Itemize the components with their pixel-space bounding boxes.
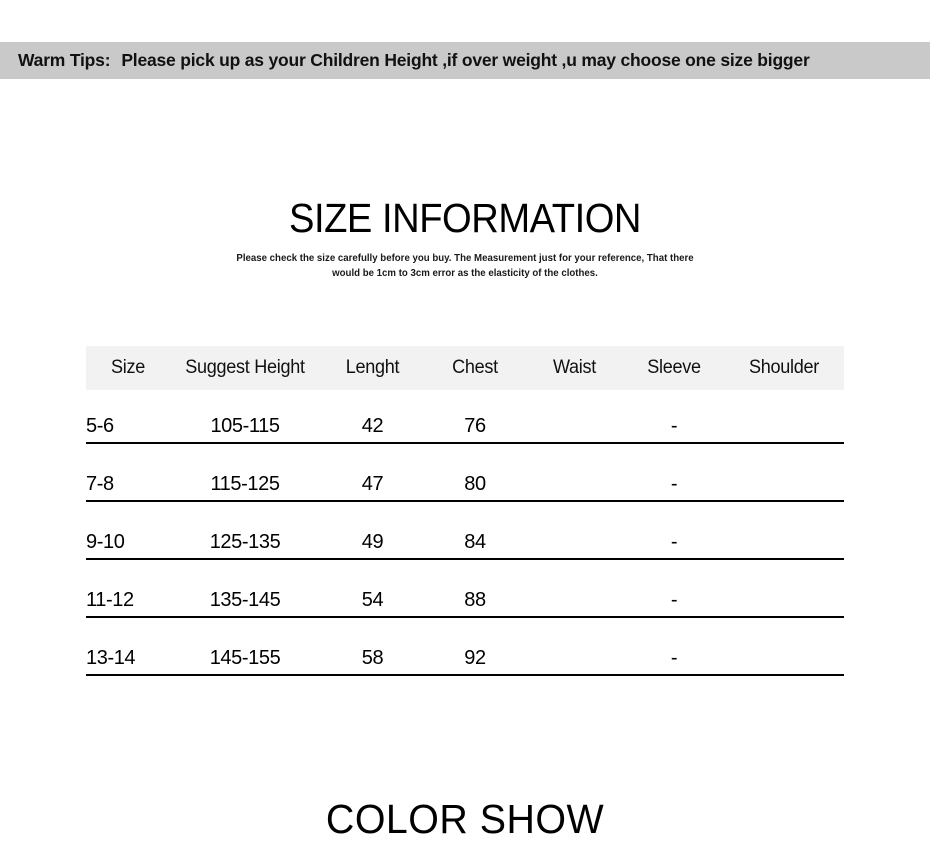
warm-tips-banner: Warm Tips: Please pick up as your Childr…	[0, 42, 930, 79]
size-chart-container: Size Suggest Height Lenght Chest Waist S…	[86, 346, 844, 676]
cell-size: 13-14	[86, 617, 170, 676]
cell-sleeve: -	[624, 559, 724, 618]
column-header-shoulder: Shoulder	[749, 357, 819, 378]
column-header-sleeve: Sleeve	[647, 357, 701, 378]
size-information-title: SIZE INFORMATION	[289, 195, 641, 241]
column-header-waist: Waist	[552, 357, 597, 378]
cell-suggest-height: 135-145	[170, 559, 320, 618]
cell-chest: 80	[425, 443, 525, 502]
color-show-title: COLOR SHOW	[325, 796, 605, 842]
column-header-size: Size	[111, 357, 145, 378]
warm-tips-label: Warm Tips:	[18, 50, 111, 70]
cell-waist	[525, 617, 624, 676]
cell-size: 11-12	[86, 559, 170, 618]
cell-waist	[525, 443, 624, 502]
cell-shoulder	[724, 390, 844, 444]
column-header-chest: Chest	[452, 357, 498, 378]
table-row: 13-14 145-155 58 92 -	[86, 617, 844, 676]
cell-waist	[525, 390, 624, 444]
cell-waist	[525, 559, 624, 618]
cell-shoulder	[724, 559, 844, 618]
cell-waist	[525, 501, 624, 560]
table-row: 9-10 125-135 49 84 -	[86, 501, 844, 560]
cell-lenght: 42	[320, 390, 425, 444]
cell-chest: 76	[425, 390, 525, 444]
cell-sleeve: -	[624, 443, 724, 502]
size-chart-table: Size Suggest Height Lenght Chest Waist S…	[86, 346, 844, 676]
cell-lenght: 54	[320, 559, 425, 618]
cell-suggest-height: 145-155	[170, 617, 320, 676]
cell-size: 7-8	[86, 443, 170, 502]
cell-size: 9-10	[86, 501, 170, 560]
cell-sleeve: -	[624, 390, 724, 444]
cell-chest: 88	[425, 559, 525, 618]
table-row: 11-12 135-145 54 88 -	[86, 559, 844, 618]
table-header-row: Size Suggest Height Lenght Chest Waist S…	[86, 346, 844, 390]
cell-shoulder	[724, 501, 844, 560]
cell-suggest-height: 115-125	[170, 443, 320, 502]
column-header-lenght: Lenght	[345, 357, 400, 378]
cell-chest: 92	[425, 617, 525, 676]
cell-lenght: 49	[320, 501, 425, 560]
size-information-subtitle: Please check the size carefully before y…	[236, 252, 694, 279]
column-header-suggest-height: Suggest Height	[185, 357, 305, 378]
cell-shoulder	[724, 443, 844, 502]
cell-lenght: 58	[320, 617, 425, 676]
cell-lenght: 47	[320, 443, 425, 502]
table-row: 7-8 115-125 47 80 -	[86, 443, 844, 502]
cell-suggest-height: 105-115	[170, 390, 320, 444]
cell-shoulder	[724, 617, 844, 676]
table-body: 5-6 105-115 42 76 - 7-8 115-125 47 80 - …	[86, 390, 844, 676]
cell-chest: 84	[425, 501, 525, 560]
table-row: 5-6 105-115 42 76 -	[86, 390, 844, 444]
cell-sleeve: -	[624, 501, 724, 560]
cell-sleeve: -	[624, 617, 724, 676]
table-header: Size Suggest Height Lenght Chest Waist S…	[86, 346, 844, 390]
warm-tips-message: Please pick up as your Children Height ,…	[121, 50, 810, 70]
cell-size: 5-6	[86, 390, 170, 444]
cell-suggest-height: 125-135	[170, 501, 320, 560]
